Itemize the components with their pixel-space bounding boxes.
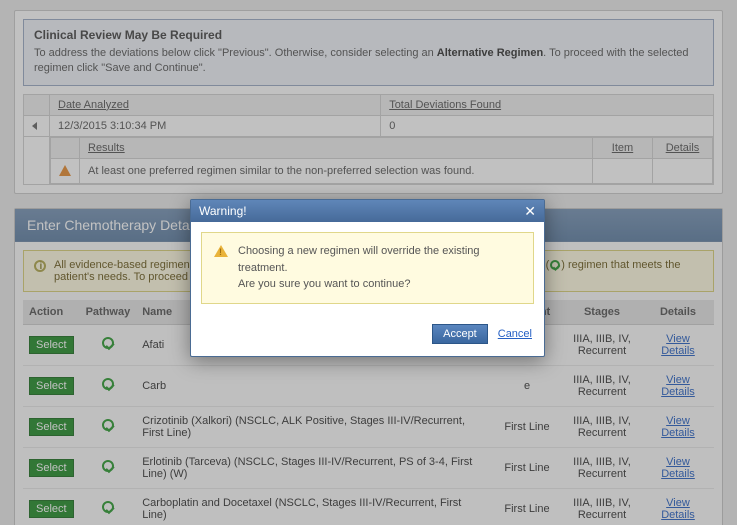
- pathway-check-icon: [550, 260, 560, 270]
- clinical-review-card: Clinical Review May Be Required To addre…: [14, 10, 723, 194]
- pathway-check-icon: [102, 378, 114, 390]
- table-row: Select Erlotinib (Tarceva) (NSCLC, Stage…: [23, 447, 714, 488]
- dialog-titlebar[interactable]: Warning! ✕: [191, 200, 544, 222]
- deviations-value: 0: [381, 115, 714, 136]
- info-icon: [34, 260, 46, 272]
- cancel-link[interactable]: Cancel: [498, 328, 532, 340]
- warning-dialog: Warning! ✕ Choosing a new regimen will o…: [190, 199, 545, 357]
- col-details: Details: [653, 137, 713, 158]
- stages: IIIA, IIIB, IV, Recurrent: [562, 365, 642, 406]
- regimen-name: Erlotinib (Tarceva) (NSCLC, Stages III-I…: [136, 447, 492, 488]
- clinical-review-title: Clinical Review May Be Required: [34, 28, 703, 42]
- accept-button[interactable]: Accept: [432, 324, 488, 344]
- chevron-left-icon: [32, 122, 37, 130]
- results-text: At least one preferred regimen similar t…: [80, 158, 593, 183]
- select-button[interactable]: Select: [29, 336, 74, 354]
- table-row: Select Crizotinib (Xalkori) (NSCLC, ALK …: [23, 406, 714, 447]
- stages: IIIA, IIIB, IV, Recurrent: [562, 324, 642, 365]
- results-subtable: Results Item Details At least one prefer…: [50, 137, 713, 184]
- clinical-review-body: To address the deviations below click "P…: [34, 46, 703, 77]
- stages: IIIA, IIIB, IV, Recurrent: [562, 447, 642, 488]
- view-details-link[interactable]: View Details: [661, 415, 695, 439]
- view-details-link[interactable]: View Details: [661, 456, 695, 480]
- segment: First Line: [492, 447, 562, 488]
- regimen-name: Carb: [136, 365, 492, 406]
- segment: e: [492, 365, 562, 406]
- table-row: Select Carb e IIIA, IIIB, IV, Recurrent …: [23, 365, 714, 406]
- col-stages: Stages: [562, 300, 642, 325]
- table-row: Select Carboplatin and Docetaxel (NSCLC,…: [23, 488, 714, 525]
- pathway-check-icon: [102, 337, 114, 349]
- col-item: Item: [593, 137, 653, 158]
- warning-icon: [214, 245, 228, 257]
- segment: First Line: [492, 488, 562, 525]
- clinical-review-notice: Clinical Review May Be Required To addre…: [23, 19, 714, 86]
- select-button[interactable]: Select: [29, 377, 74, 395]
- dialog-message: Choosing a new regimen will override the…: [201, 232, 534, 304]
- select-button[interactable]: Select: [29, 459, 74, 477]
- view-details-link[interactable]: View Details: [661, 497, 695, 521]
- select-button[interactable]: Select: [29, 418, 74, 436]
- pathway-check-icon: [102, 501, 114, 513]
- row-expand-toggle[interactable]: [24, 115, 50, 136]
- dialog-title: Warning!: [199, 204, 247, 218]
- col-details: Details: [642, 300, 714, 325]
- col-results: Results: [80, 137, 593, 158]
- col-action: Action: [23, 300, 80, 325]
- col-pathway: Pathway: [80, 300, 137, 325]
- view-details-link[interactable]: View Details: [661, 374, 695, 398]
- view-details-link[interactable]: View Details: [661, 333, 695, 357]
- regimen-name: Crizotinib (Xalkori) (NSCLC, ALK Positiv…: [136, 406, 492, 447]
- date-analyzed-value: 12/3/2015 3:10:34 PM: [50, 115, 381, 136]
- select-button[interactable]: Select: [29, 500, 74, 518]
- close-icon[interactable]: ✕: [524, 204, 536, 218]
- stages: IIIA, IIIB, IV, Recurrent: [562, 406, 642, 447]
- regimen-name: Carboplatin and Docetaxel (NSCLC, Stages…: [136, 488, 492, 525]
- col-date-analyzed: Date Analyzed: [50, 94, 381, 115]
- pathway-check-icon: [102, 460, 114, 472]
- col-deviations: Total Deviations Found: [381, 94, 714, 115]
- warning-icon: [59, 165, 71, 176]
- pathway-check-icon: [102, 419, 114, 431]
- segment: First Line: [492, 406, 562, 447]
- stages: IIIA, IIIB, IV, Recurrent: [562, 488, 642, 525]
- deviations-table: Date Analyzed Total Deviations Found 12/…: [23, 94, 714, 185]
